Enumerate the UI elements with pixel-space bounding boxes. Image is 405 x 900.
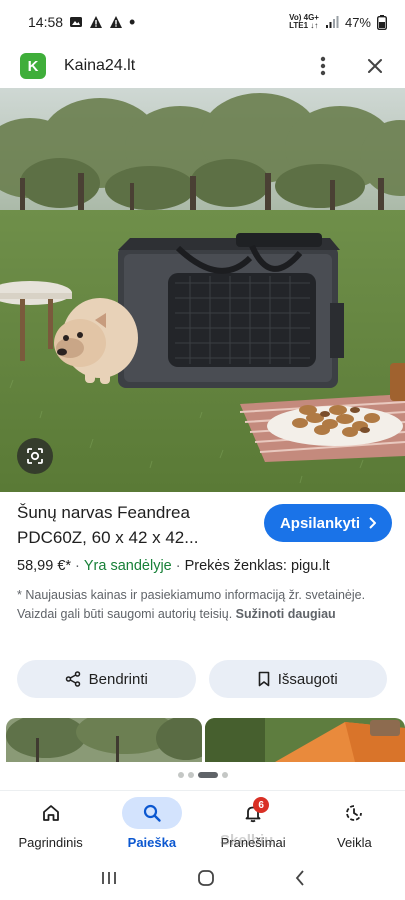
nav-activity-label: Veikla [337, 835, 372, 850]
warning-icon [110, 16, 123, 28]
watermark: Skelbiu [220, 832, 274, 849]
signal-icon [325, 16, 339, 28]
brand: Prekės ženklas: pigu.lt [184, 558, 330, 574]
battery-icon [377, 14, 387, 30]
action-buttons: Bendrinti Išsaugoti [17, 660, 387, 698]
product-image[interactable] [0, 88, 405, 492]
site-title: Kaina24.lt [64, 57, 136, 74]
close-icon [368, 59, 382, 73]
carousel-dot [187, 772, 194, 778]
site-logo: K [20, 53, 46, 79]
notification-badge: 6 [253, 797, 270, 813]
visit-button[interactable]: Apsilankyti [263, 504, 392, 542]
carousel-dot-active [197, 772, 218, 778]
nav-home[interactable]: Pagrindinis [0, 791, 101, 860]
nav-notifications[interactable]: 6 Pranešimai [203, 791, 304, 860]
back-icon [295, 869, 304, 886]
close-button[interactable] [361, 52, 389, 80]
availability: Yra sandėlyje [83, 558, 172, 574]
activity-icon [346, 805, 363, 821]
carousel-dot [177, 772, 184, 778]
learn-more-link[interactable]: Sužinoti daugiau [236, 607, 336, 621]
nav-home-label: Pagrindinis [18, 835, 83, 850]
system-navigation [0, 860, 405, 900]
image-notification-icon [70, 17, 83, 27]
battery-percent: 47% [344, 14, 371, 30]
home-system-button[interactable] [197, 869, 215, 892]
recent-apps-button[interactable] [100, 870, 118, 891]
related-photo-2 [205, 718, 405, 762]
product-photo [0, 88, 405, 492]
nav-activity[interactable]: Veikla [304, 791, 405, 860]
back-button[interactable] [294, 869, 306, 892]
google-lens-button[interactable] [17, 438, 53, 474]
more-vert-icon [320, 56, 326, 76]
nav-search-label: Paieška [127, 835, 177, 850]
more-notifications-dot: • [129, 12, 136, 32]
app-bar: K Kaina24.lt [0, 44, 405, 88]
search-icon [143, 804, 161, 822]
carousel-indicator [0, 772, 405, 778]
home-circle-icon [197, 869, 214, 886]
warning-icon [90, 16, 103, 28]
disclaimer: * Naujausias kainas ir pasiekiamumo info… [17, 586, 392, 624]
save-label: Išsaugoti [277, 670, 338, 688]
chevron-right-icon [369, 517, 376, 529]
share-label: Bendrinti [88, 670, 148, 688]
bottom-navigation: Pagrindinis Paieška 6 Pranešimai Veikla [0, 790, 405, 860]
lens-icon [27, 448, 43, 464]
product-info: Šunų narvas Feandrea PDC60Z, 60 x 42 x 4… [17, 500, 392, 624]
more-options-button[interactable] [309, 52, 337, 80]
nav-search[interactable]: Paieška [101, 791, 202, 860]
related-image-thumb[interactable] [6, 718, 202, 762]
product-price: 58,99 €* [17, 558, 72, 574]
save-button[interactable]: Išsaugoti [208, 660, 387, 698]
recent-apps-icon [101, 871, 116, 884]
share-button[interactable]: Bendrinti [17, 660, 196, 698]
home-icon [42, 805, 59, 821]
status-bar: 14:58 • Vo) 4G+ LTE1 ↓↑ 47% [0, 0, 405, 44]
product-title[interactable]: Šunų narvas Feandrea PDC60Z, 60 x 42 x 4… [17, 500, 239, 550]
bookmark-icon [258, 671, 270, 687]
carousel-dot [221, 772, 228, 778]
status-time: 14:58 [28, 14, 64, 30]
related-photo-1 [6, 718, 202, 762]
network-indicator: Vo) 4G+ LTE1 ↓↑ [289, 13, 319, 30]
related-image-thumb[interactable] [205, 718, 405, 762]
related-images [6, 718, 405, 762]
share-icon [65, 671, 80, 687]
product-meta: 58,99 €* · Yra sandėlyje · Prekės ženklas: p… [17, 558, 330, 574]
visit-label: Apsilankyti [279, 514, 360, 532]
